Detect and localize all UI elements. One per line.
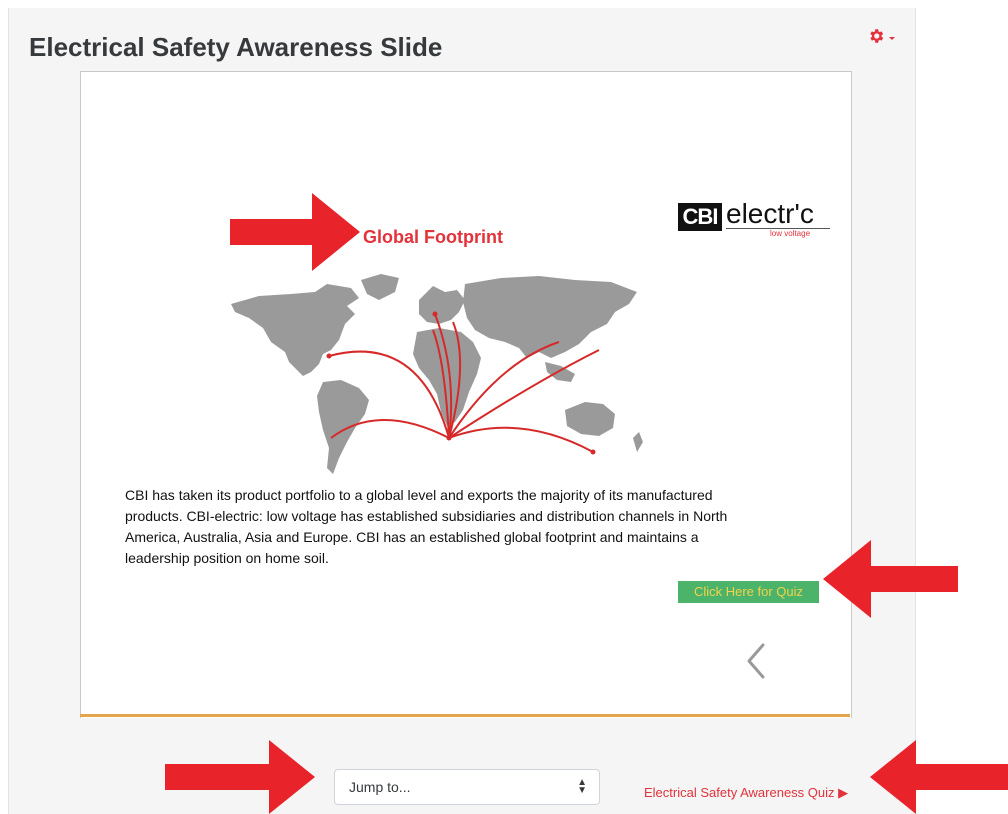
cbi-electric-logo: CBI electr'c low voltage xyxy=(678,197,833,241)
north-america xyxy=(231,284,359,376)
chevron-left-icon xyxy=(747,643,765,679)
logo-mark: CBI xyxy=(678,203,722,231)
south-america xyxy=(317,380,369,474)
logo-word: electr'c xyxy=(726,198,814,229)
quiz-link-button[interactable]: Click Here for Quiz xyxy=(678,581,819,603)
annotation-arrow-right xyxy=(165,740,315,814)
marker-europe xyxy=(432,311,438,317)
annotation-arrow-left xyxy=(870,740,1008,814)
caret-down-icon xyxy=(889,37,895,40)
marker-north-america xyxy=(326,353,332,359)
slide-heading: Global Footprint xyxy=(363,227,503,247)
world-map xyxy=(231,274,643,474)
new-zealand xyxy=(633,432,643,452)
select-arrows-icon: ▲ ▼ xyxy=(577,777,587,796)
slide-description: CBI has taken its product portfolio to a… xyxy=(125,487,728,566)
europe xyxy=(419,286,465,324)
next-activity-link[interactable]: Electrical Safety Awareness Quiz ▶ xyxy=(644,785,848,801)
slide-frame: Global Footprint CBI electr'c low voltag… xyxy=(80,71,852,718)
continents xyxy=(231,274,643,474)
gear-icon xyxy=(870,29,884,43)
jump-to-select[interactable]: Jump to... ▲ ▼ xyxy=(334,769,600,805)
activity-page: Electrical Safety Awareness Slide Global… xyxy=(8,8,916,814)
page-title: Electrical Safety Awareness Slide xyxy=(29,32,443,62)
australia xyxy=(565,402,615,436)
logo-tagline: low voltage xyxy=(770,229,811,238)
jump-to-label: Jump to... xyxy=(349,779,411,795)
previous-slide-button[interactable] xyxy=(743,639,773,683)
settings-menu-button[interactable] xyxy=(867,27,901,53)
annotation-arrow-right xyxy=(230,193,360,271)
slide-progress-bar xyxy=(80,714,850,717)
marker-south-africa xyxy=(446,435,452,441)
greenland xyxy=(361,274,399,300)
marker-australia xyxy=(590,449,596,455)
annotation-arrow-left xyxy=(823,540,958,618)
